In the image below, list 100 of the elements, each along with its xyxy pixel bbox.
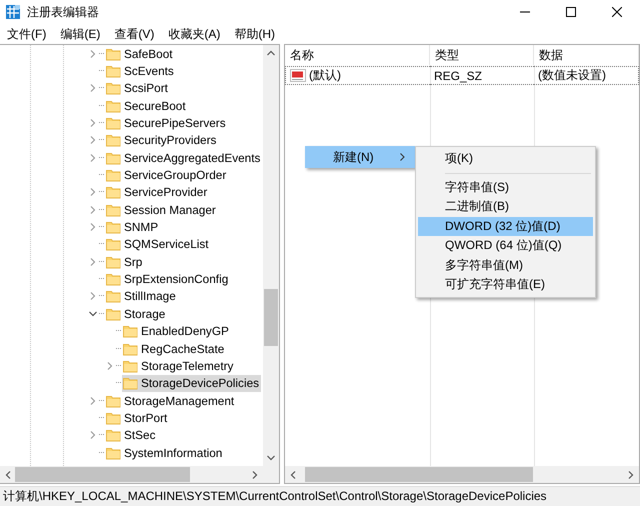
tree-item[interactable]: SystemInformation [105, 444, 224, 462]
expand-chevron-icon[interactable] [89, 292, 97, 300]
menu-item[interactable]: 字符串值(S) [418, 178, 593, 197]
tree-item[interactable]: RegCacheState [122, 340, 226, 358]
tree-item[interactable]: ServiceGroupOrder [105, 166, 228, 184]
menu-item[interactable]: 帮助(H) [227, 24, 282, 44]
tree-item[interactable]: StillImage [105, 288, 178, 305]
menu-item[interactable]: QWORD (64 位)值(Q) [418, 236, 593, 256]
tree-item[interactable]: SrpExtensionConfig [105, 270, 230, 288]
horizontal-scrollbar[interactable] [0, 466, 263, 483]
menu-item[interactable]: 二进制值(B) [418, 197, 593, 216]
scrollbar-thumb[interactable] [15, 467, 190, 482]
window-title: 注册表编辑器 [27, 4, 99, 20]
menu-item[interactable]: 编辑(E) [53, 24, 108, 44]
scroll-down-icon[interactable] [267, 454, 275, 462]
folder-icon [106, 289, 121, 304]
menu-item[interactable]: 可扩充字符串值(E) [418, 275, 593, 294]
menu-item[interactable]: 文件(F) [0, 24, 54, 44]
tree-item-label: SafeBoot [124, 46, 173, 61]
tree-item-label: SystemInformation [124, 446, 222, 460]
tree-item[interactable]: StorageDevicePolicies [122, 374, 262, 392]
menu-item[interactable]: 项(K) [418, 149, 593, 168]
tree-item-label: ServiceGroupOrder [124, 168, 226, 182]
expand-chevron-icon[interactable] [89, 154, 97, 162]
menu-item[interactable]: 收藏夹(A) [161, 24, 228, 44]
value-data: (数值未设置) [534, 66, 639, 85]
tree-item[interactable]: Storage [105, 305, 168, 322]
folder-icon [106, 185, 121, 200]
tree-item[interactable]: SNMP [105, 218, 160, 236]
scroll-left-icon[interactable] [4, 470, 12, 478]
tree-item[interactable]: StorageTelemetry [122, 357, 236, 374]
vertical-scrollbar[interactable] [263, 45, 279, 466]
menu-item[interactable]: 新建(N) [305, 146, 415, 168]
tree-item[interactable]: StorageManagement [105, 392, 236, 410]
tree-item-label: ServiceProvider [124, 185, 208, 200]
tree-item-label: SecurityProviders [124, 133, 216, 148]
tree-item[interactable]: StSec [105, 426, 158, 444]
collapse-chevron-icon[interactable] [89, 310, 97, 318]
menu-item[interactable]: DWORD (32 位)值(D) [418, 216, 593, 236]
expand-chevron-icon[interactable] [89, 431, 97, 440]
expand-chevron-icon[interactable] [89, 188, 97, 196]
tree-item[interactable]: SafeBoot [105, 45, 175, 62]
folder-icon [123, 342, 138, 356]
folder-icon [106, 220, 121, 234]
tree-item-label: StorPort [124, 410, 168, 425]
expand-chevron-icon[interactable] [89, 396, 97, 405]
tree-item[interactable]: SecurePipeServers [105, 114, 228, 132]
maximize-icon [566, 7, 576, 17]
folder-icon [106, 272, 121, 286]
scroll-left-icon[interactable] [289, 470, 297, 478]
folder-icon [106, 81, 121, 96]
tree-item-label: Srp [124, 254, 142, 269]
menu-item[interactable]: 查看(V) [107, 24, 162, 44]
folder-icon [106, 428, 121, 442]
tree-item[interactable]: Session Manager [105, 201, 218, 218]
folder-icon [106, 116, 121, 130]
tree-item[interactable]: ServiceProvider [105, 184, 210, 201]
tree-item[interactable]: ServiceAggregatedEvents [105, 149, 262, 166]
expand-chevron-icon[interactable] [89, 223, 97, 232]
app-icon [6, 5, 20, 19]
string-value-icon [290, 68, 306, 82]
tree-item[interactable]: Srp [105, 253, 144, 270]
expand-chevron-icon[interactable] [89, 119, 97, 128]
tree-item-label: Storage [124, 306, 166, 321]
scrollbar-thumb[interactable] [305, 467, 533, 482]
value-type: REG_SZ [430, 66, 534, 85]
status-path: 计算机\HKEY_LOCAL_MACHINE\SYSTEM\CurrentControlSet\Control\Storage\StorageDevicePolicies [3, 488, 547, 505]
tree-item-label: Session Manager [124, 202, 216, 217]
expand-chevron-icon[interactable] [89, 50, 97, 58]
menu-item-label: 新建(N) [333, 148, 374, 166]
expand-chevron-icon[interactable] [106, 362, 114, 370]
expand-chevron-icon[interactable] [89, 258, 97, 266]
menu-item[interactable]: 多字符串值(M) [418, 256, 593, 275]
horizontal-scrollbar[interactable] [285, 466, 639, 483]
tree-item[interactable]: SQMServiceList [105, 236, 211, 253]
folder-icon [106, 410, 121, 425]
tree-item-label: SQMServiceList [124, 237, 209, 252]
folder-icon [106, 254, 121, 269]
tree-item[interactable]: EnabledDenyGP [122, 322, 231, 340]
folder-icon [106, 446, 121, 460]
tree-item[interactable]: SecurityProviders [105, 132, 218, 149]
scroll-right-icon[interactable] [251, 470, 259, 478]
close-icon [612, 7, 622, 17]
expand-chevron-icon[interactable] [89, 206, 97, 214]
scroll-up-icon[interactable] [267, 49, 275, 57]
folder-icon [106, 64, 121, 78]
expand-chevron-icon[interactable] [89, 84, 97, 92]
tree-item-label: StorageDevicePolicies [141, 376, 260, 390]
tree-item[interactable]: ScEvents [105, 62, 176, 80]
tree-item[interactable]: StorPort [105, 409, 170, 426]
expand-chevron-icon[interactable] [89, 136, 97, 144]
folder-icon [106, 202, 121, 217]
folder-icon [106, 133, 121, 148]
tree-item-label: EnabledDenyGP [141, 324, 229, 338]
tree-item-label: SecurePipeServers [124, 116, 226, 130]
tree-item[interactable]: SecureBoot [105, 97, 188, 114]
scroll-right-icon[interactable] [627, 470, 635, 478]
scrollbar-thumb[interactable] [264, 289, 278, 346]
tree-item[interactable]: ScsiPort [105, 80, 170, 97]
folder-icon [106, 306, 121, 321]
